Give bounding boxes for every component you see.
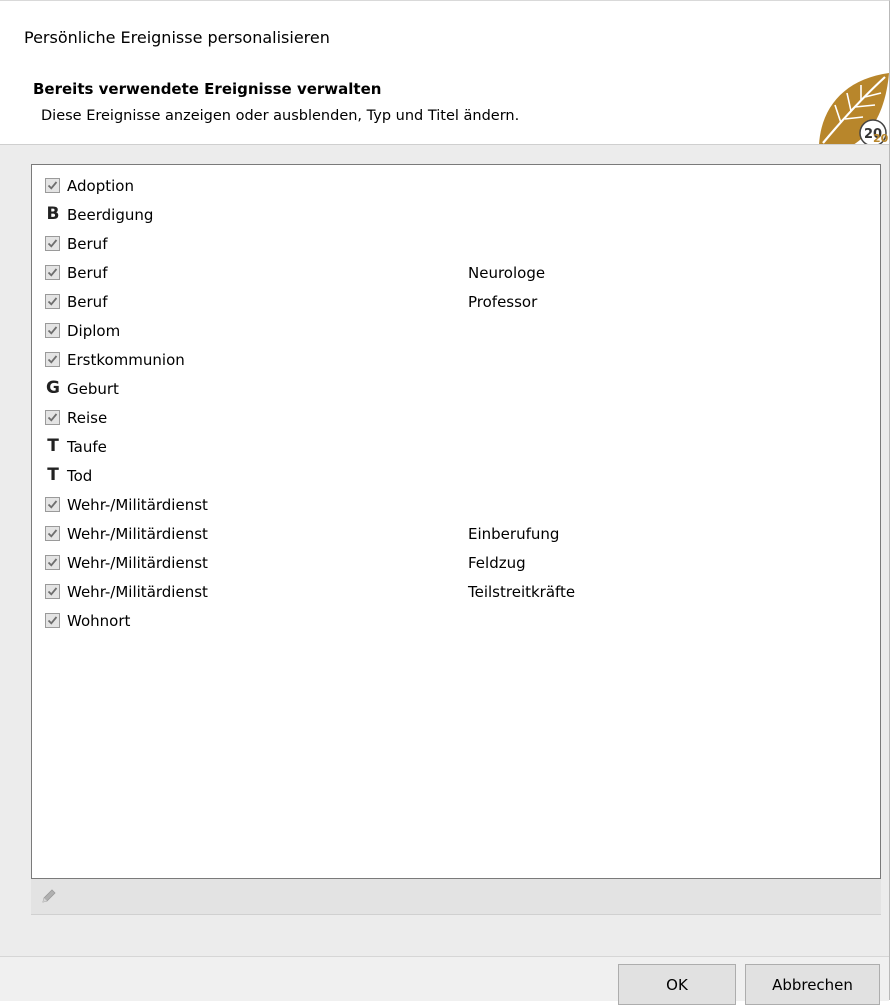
event-type-label: Wehr-/Militärdienst — [67, 496, 208, 514]
event-visibility-checkbox[interactable] — [45, 294, 60, 309]
section-description: Diese Ereignisse anzeigen oder ausblende… — [41, 108, 520, 124]
dialog-window: Persönliche Ereignisse personalisieren B… — [0, 0, 890, 1005]
event-type-label: Adoption — [67, 177, 134, 195]
event-type-label: Diplom — [67, 322, 121, 340]
event-row[interactable]: Wehr-/Militärdienst Einberufung — [32, 523, 880, 551]
event-visibility-checkbox[interactable] — [45, 497, 60, 512]
event-row[interactable]: Beruf — [32, 233, 880, 261]
event-visibility-checkbox[interactable] — [45, 352, 60, 367]
event-type-label: Wehr-/Militärdienst — [67, 554, 208, 572]
app-logo-icon: 20 20 — [819, 73, 889, 147]
event-visibility-checkbox[interactable] — [45, 526, 60, 541]
event-type-glyph-icon: T — [47, 465, 59, 485]
event-type-glyph-icon: G — [46, 378, 60, 398]
event-type-label: Beruf — [67, 264, 108, 282]
dialog-footer: OK Abbrechen — [0, 957, 889, 1005]
event-type-label: Reise — [67, 409, 108, 427]
event-row[interactable]: Wehr-/Militärdienst — [32, 494, 880, 522]
event-type-label: Beruf — [67, 293, 108, 311]
ok-button[interactable]: OK — [618, 964, 736, 1005]
cancel-button[interactable]: Abbrechen — [745, 964, 880, 1005]
event-visibility-checkbox[interactable] — [45, 178, 60, 193]
event-type-label: Wohnort — [67, 612, 131, 630]
event-title-label: Neurologe — [468, 264, 546, 282]
events-list[interactable]: Adoption B Beerdigung Beruf Beruf Neurologe Be… — [31, 164, 881, 879]
event-row[interactable]: Erstkommunion — [32, 349, 880, 377]
event-type-glyph-icon: B — [46, 204, 60, 224]
event-row[interactable]: T Taufe — [32, 436, 880, 464]
event-row[interactable]: Wohnort — [32, 610, 880, 638]
event-visibility-checkbox[interactable] — [45, 236, 60, 251]
event-type-label: Beerdigung — [67, 206, 154, 224]
event-type-label: Taufe — [67, 438, 107, 456]
section-title: Bereits verwendete Ereignisse verwalten — [33, 80, 382, 98]
event-type-label: Geburt — [67, 380, 119, 398]
event-visibility-checkbox[interactable] — [45, 613, 60, 628]
event-row[interactable]: T Tod — [32, 465, 880, 493]
event-row[interactable]: Beruf Professor — [32, 291, 880, 319]
event-row[interactable]: Adoption — [32, 175, 880, 203]
event-title-label: Einberufung — [468, 525, 560, 543]
event-visibility-checkbox[interactable] — [45, 555, 60, 570]
event-title-label: Teilstreitkräfte — [468, 583, 576, 601]
event-type-label: Wehr-/Militärdienst — [67, 525, 208, 543]
event-row[interactable]: Wehr-/Militärdienst Teilstreitkräfte — [32, 581, 880, 609]
event-title-label: Feldzug — [468, 554, 526, 572]
event-type-label: Tod — [67, 467, 93, 485]
event-type-label: Beruf — [67, 235, 108, 253]
event-type-label: Wehr-/Militärdienst — [67, 583, 208, 601]
event-type-glyph-icon: T — [47, 436, 59, 456]
event-row[interactable]: Diplom — [32, 320, 880, 348]
pencil-icon[interactable] — [40, 887, 58, 905]
event-type-label: Erstkommunion — [67, 351, 185, 369]
event-visibility-checkbox[interactable] — [45, 410, 60, 425]
event-title-label: Professor — [468, 293, 538, 311]
event-visibility-checkbox[interactable] — [45, 323, 60, 338]
event-row[interactable]: Reise — [32, 407, 880, 435]
list-toolbar — [31, 879, 881, 915]
event-visibility-checkbox[interactable] — [45, 265, 60, 280]
event-row[interactable]: Wehr-/Militärdienst Feldzug — [32, 552, 880, 580]
event-row[interactable]: Beruf Neurologe — [32, 262, 880, 290]
event-row[interactable]: B Beerdigung — [32, 204, 880, 232]
event-visibility-checkbox[interactable] — [45, 584, 60, 599]
event-row[interactable]: G Geburt — [32, 378, 880, 406]
dialog-title: Persönliche Ereignisse personalisieren — [24, 28, 330, 47]
